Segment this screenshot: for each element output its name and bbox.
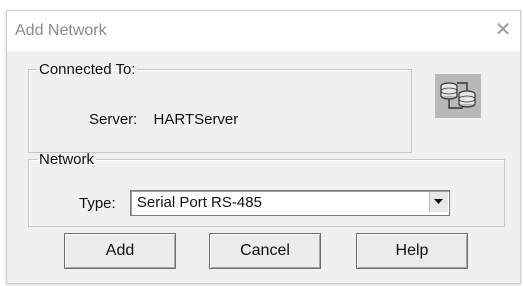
server-row: Server: HARTServer bbox=[89, 111, 238, 128]
network-type-value: Serial Port RS-485 bbox=[136, 194, 262, 211]
network-group: Network Type: Serial Port RS-485 bbox=[28, 151, 505, 227]
chevron-down-icon[interactable] bbox=[428, 192, 448, 212]
add-button[interactable]: Add bbox=[64, 233, 176, 269]
window-title: Add Network bbox=[15, 22, 107, 39]
close-icon[interactable]: ✕ bbox=[490, 17, 516, 43]
title-bar[interactable]: Add Network ✕ bbox=[7, 11, 520, 51]
type-row: Type: Serial Port RS-485 bbox=[79, 190, 450, 216]
server-label: Server: bbox=[89, 111, 138, 128]
network-nodes-icon bbox=[435, 74, 481, 118]
connected-to-legend: Connected To: bbox=[39, 61, 136, 78]
type-label: Type: bbox=[79, 194, 116, 212]
network-legend: Network bbox=[39, 151, 95, 168]
help-button[interactable]: Help bbox=[356, 233, 468, 269]
server-value: HARTServer bbox=[153, 111, 239, 128]
add-network-dialog: Add Network ✕ Connected To: Server: HART… bbox=[6, 10, 521, 284]
network-type-select[interactable]: Serial Port RS-485 bbox=[129, 190, 450, 216]
connected-to-group: Connected To: Server: HARTServer bbox=[28, 61, 412, 153]
cancel-button[interactable]: Cancel bbox=[209, 233, 321, 269]
